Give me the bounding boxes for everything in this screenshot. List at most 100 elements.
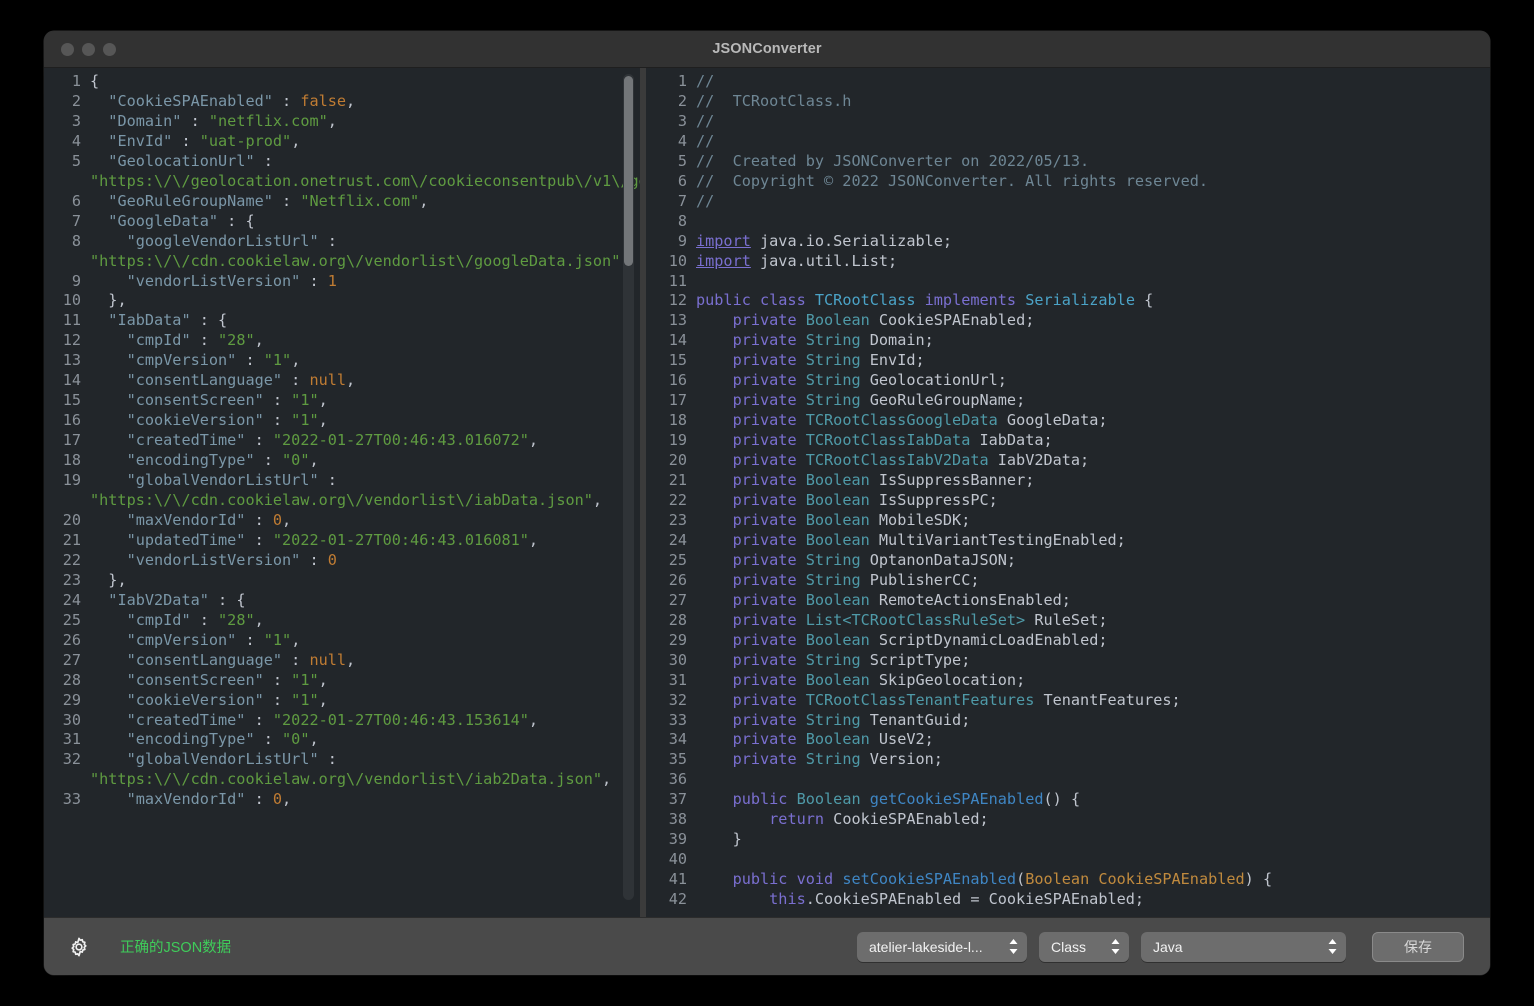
theme-select[interactable]: atelier-lakeside-l... [857, 931, 1027, 962]
code-line: 1 // [646, 72, 1490, 92]
json-code-content[interactable]: 1{2 "CookieSPAEnabled" : false, 3 "Domain… [44, 72, 640, 810]
code-line-text: private String PublisherCC; [732, 570, 980, 589]
code-line-text: "IabData" : { [108, 311, 228, 330]
code-line: 37 public Boolean getCookieSPAEnabled() … [646, 790, 1490, 810]
left-scrollbar[interactable] [623, 74, 634, 900]
code-line: 19 private TCRootClassIabData IabData; [646, 431, 1490, 451]
code-line: 11 "IabData" : { [44, 311, 640, 331]
line-number: 27 [62, 650, 81, 669]
code-line: 1{ [44, 72, 640, 92]
line-number: 11 [62, 311, 81, 330]
line-number: 29 [668, 630, 687, 649]
code-line: 20 private TCRootClassIabV2Data IabV2Dat… [646, 451, 1490, 471]
code-line: 12 "cmpId" : "28", [44, 331, 640, 351]
code-line-text: private Boolean IsSuppressPC; [732, 491, 998, 510]
language-select[interactable]: Java [1141, 931, 1346, 962]
code-line-text: import java.io.Serializable; [696, 231, 953, 250]
line-number: 16 [62, 411, 81, 430]
code-line-text: // [696, 191, 715, 210]
code-line-text: "cookieVersion" : "1", [126, 690, 328, 709]
code-line-text: "GeolocationUrl" : "https:\/\/geolocatio… [90, 151, 640, 190]
line-number: 9 [71, 271, 81, 290]
code-line-text: public void setCookieSPAEnabled(Boolean … [732, 870, 1273, 889]
code-line: 23 }, [44, 571, 640, 591]
code-line-text: "globalVendorListUrl" : "https:\/\/cdn.c… [90, 750, 612, 789]
line-number: 2 [677, 91, 687, 110]
code-line: 10 import java.util.List; [646, 252, 1490, 272]
code-line-text: "consentLanguage" : null, [126, 371, 356, 390]
line-number: 25 [668, 550, 687, 569]
code-line-text: "maxVendorId" : 0, [126, 510, 292, 529]
code-line-text: "IabV2Data" : { [108, 590, 246, 609]
code-line: 5 "GeolocationUrl" : "https:\/\/geolocat… [44, 152, 640, 192]
line-number: 13 [62, 351, 81, 370]
line-number: 3 [71, 111, 81, 130]
code-line: 33 "maxVendorId" : 0, [44, 790, 640, 810]
close-button[interactable] [61, 42, 74, 56]
line-number: 7 [71, 211, 81, 230]
code-line-text: private String TenantGuid; [732, 710, 971, 729]
line-number: 24 [62, 590, 81, 609]
code-line-text: } [696, 830, 742, 849]
line-number: 41 [668, 870, 687, 889]
save-button[interactable]: 保存 [1372, 931, 1464, 962]
code-line: 2 // TCRootClass.h [646, 92, 1490, 112]
editor-split-view: 1{2 "CookieSPAEnabled" : false, 3 "Domain… [44, 68, 1490, 917]
code-line: 21 "updatedTime" : "2022-01-27T00:46:43.… [44, 531, 640, 551]
code-line-text: // [696, 111, 715, 130]
code-line-text: this.CookieSPAEnabled = CookieSPAEnabled… [769, 890, 1145, 909]
line-number: 36 [668, 770, 687, 789]
java-code-content[interactable]: 1 // 2 // TCRootClass.h 3 // 4 // 5 // Created by… [646, 72, 1490, 910]
code-line: 30 "createdTime" : "2022-01-27T00:46:43.… [44, 711, 640, 731]
json-input-editor[interactable]: 1{2 "CookieSPAEnabled" : false, 3 "Domain… [44, 68, 640, 917]
code-line: 35 private String Version; [646, 750, 1490, 770]
code-line-text: "Domain" : "netflix.com", [108, 111, 337, 130]
line-number: 6 [677, 171, 687, 190]
left-scrollbar-thumb[interactable] [624, 76, 633, 266]
structure-select-value: Class [1051, 938, 1087, 955]
code-line: 34 private Boolean UseV2; [646, 730, 1490, 750]
code-line: 17 "createdTime" : "2022-01-27T00:46:43.… [44, 431, 640, 451]
code-line: 17 private String GeoRuleGroupName; [646, 391, 1490, 411]
code-line: 13 "cmpVersion" : "1", [44, 351, 640, 371]
code-line: 22 "vendorListVersion" : 0 [44, 551, 640, 571]
line-number: 37 [668, 790, 687, 809]
code-line-text: private String Version; [732, 750, 943, 769]
code-line-text: "GoogleData" : { [108, 211, 255, 230]
code-line: 15 private String EnvId; [646, 351, 1490, 371]
minimize-button[interactable] [82, 42, 95, 56]
line-number: 25 [62, 610, 81, 629]
language-select-value: Java [1153, 938, 1183, 955]
gear-icon[interactable] [66, 934, 92, 960]
window-titlebar: JSONConverter [44, 31, 1490, 68]
line-number: 8 [71, 231, 81, 250]
line-number: 42 [668, 890, 687, 909]
code-line: 24 private Boolean MultiVariantTestingEn… [646, 531, 1490, 551]
line-number: 5 [677, 151, 687, 170]
line-number: 15 [668, 351, 687, 370]
structure-select[interactable]: Class [1039, 931, 1129, 962]
code-line-text: "consentLanguage" : null, [126, 650, 356, 669]
code-line: 19 "globalVendorListUrl" : "https:\/\/cd… [44, 471, 640, 511]
code-line-text: private Boolean ScriptDynamicLoadEnabled… [732, 630, 1108, 649]
line-number: 29 [62, 690, 81, 709]
chevron-updown-icon [1326, 938, 1338, 955]
code-line-text: // Copyright © 2022 JSONConverter. All r… [696, 171, 1209, 190]
code-line-text: // Created by JSONConverter on 2022/05/1… [696, 151, 1090, 170]
theme-select-value: atelier-lakeside-l... [869, 938, 983, 955]
line-number: 7 [677, 191, 687, 210]
code-line-text: "updatedTime" : "2022-01-27T00:46:43.016… [126, 530, 539, 549]
code-line: 32 private TCRootClassTenantFeatures Ten… [646, 691, 1490, 711]
zoom-button[interactable] [103, 42, 116, 56]
code-line: 25 "cmpId" : "28", [44, 611, 640, 631]
code-line-text: "maxVendorId" : 0, [126, 790, 292, 809]
java-output-editor[interactable]: 1 // 2 // TCRootClass.h 3 // 4 // 5 // Created by… [646, 68, 1490, 917]
code-line-text: private Boolean CookieSPAEnabled; [732, 311, 1035, 330]
code-line: 4 // [646, 132, 1490, 152]
code-line: 24 "IabV2Data" : { [44, 591, 640, 611]
code-line: 16 private String GeolocationUrl; [646, 371, 1490, 391]
line-number: 32 [668, 690, 687, 709]
chevron-updown-icon [1109, 938, 1121, 955]
line-number: 30 [668, 650, 687, 669]
line-number: 40 [668, 850, 687, 869]
